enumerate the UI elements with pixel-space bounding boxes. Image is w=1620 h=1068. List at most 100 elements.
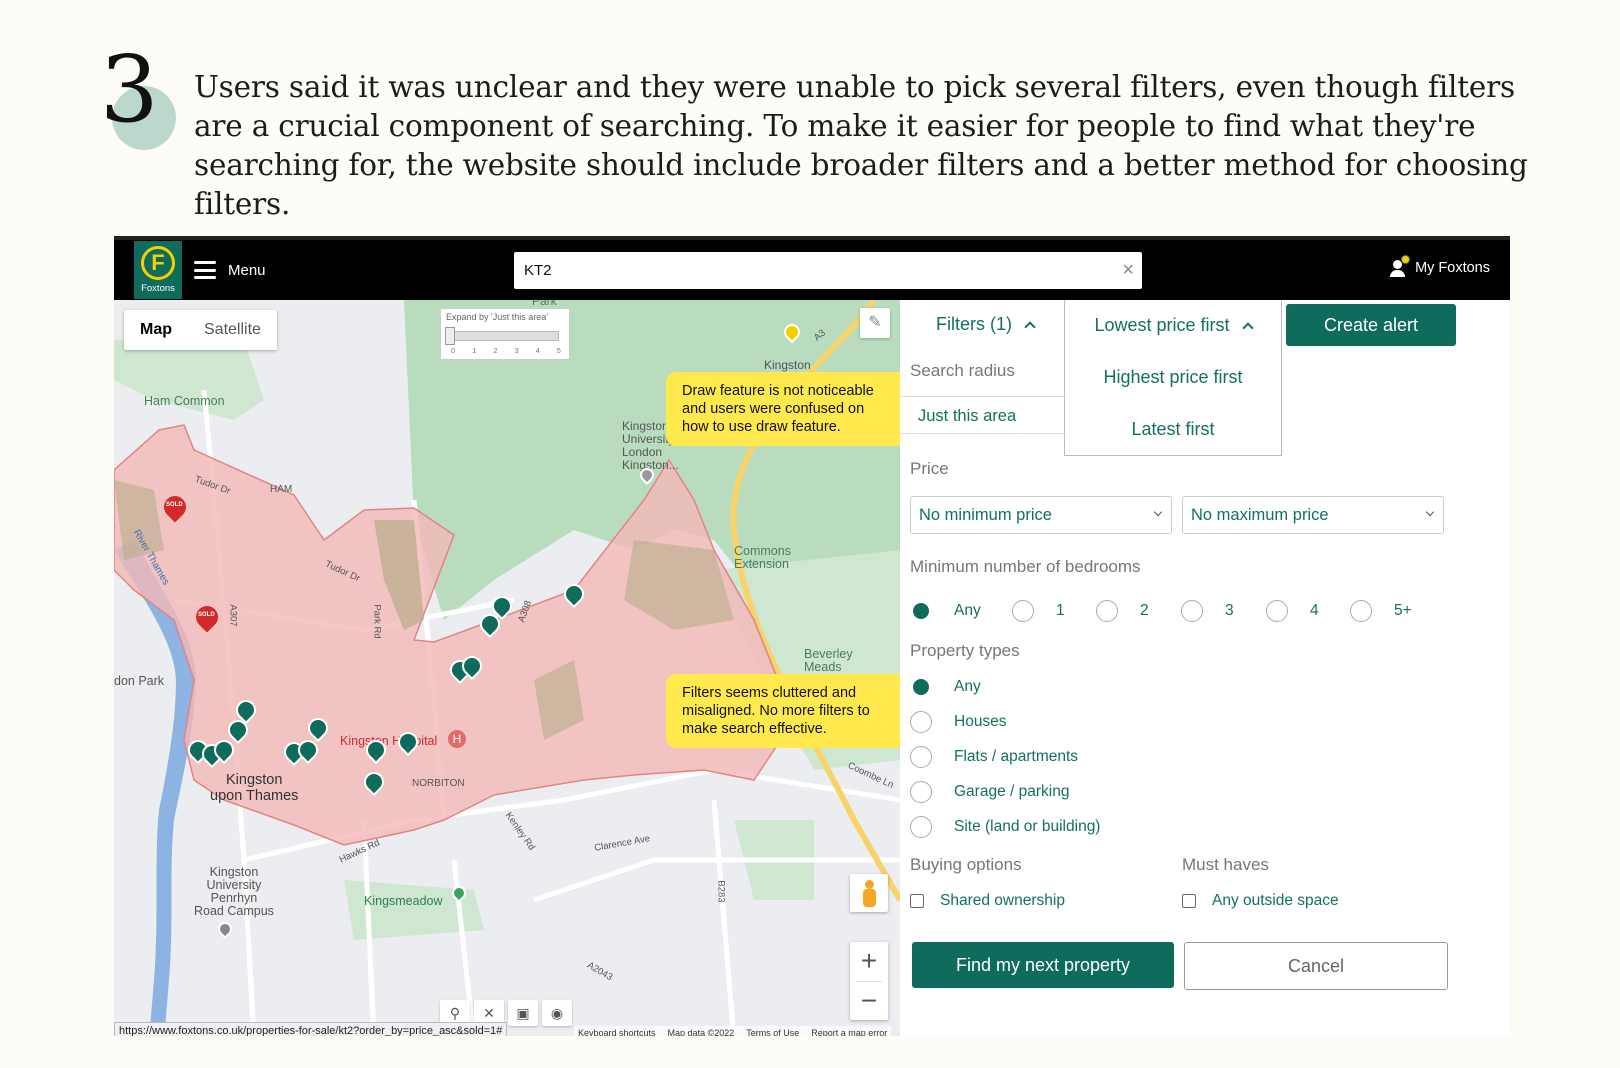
location-search: × [514, 252, 1142, 289]
price-label: Price [910, 459, 949, 478]
finding-description: Users said it was unclear and they were … [194, 70, 1528, 221]
chevron-up-icon [1241, 322, 1254, 334]
site-header: F Foxtons Menu × My Foxtons [114, 240, 1510, 300]
case-study-page: 3 Users said it was unclear and they wer… [0, 0, 1620, 1068]
place-label: Kingston [764, 358, 811, 372]
bedroom-option-label: 5+ [1394, 602, 1412, 619]
outside-space-checkbox[interactable] [1182, 894, 1196, 908]
property-type-radio-any[interactable] [910, 676, 932, 698]
report-error-link[interactable]: Report a map error [811, 1026, 887, 1036]
search-radius-select[interactable]: Just this area [900, 396, 1066, 434]
property-type-radio-flats[interactable] [910, 746, 932, 768]
shared-ownership-label: Shared ownership [940, 892, 1065, 909]
bedroom-option-label: Any [954, 602, 981, 619]
draw-tool-icon[interactable]: ✎ [860, 308, 890, 338]
hamburger-icon [194, 261, 216, 279]
place-label: HAM [270, 484, 293, 495]
menu-button[interactable]: Menu [194, 256, 266, 284]
bedroom-radio-3[interactable] [1181, 600, 1203, 622]
terms-link[interactable]: Terms of Use [746, 1026, 799, 1036]
sort-option-label: Lowest price first [1094, 315, 1230, 335]
place-label: Commons Extension [734, 544, 791, 571]
logo-emblem: F [141, 246, 175, 280]
website-screenshot: F Foxtons Menu × My Foxtons [114, 236, 1510, 1036]
road-label: A307 [227, 604, 239, 627]
buying-options-label: Buying options [910, 855, 1022, 874]
chevron-down-icon [1425, 507, 1435, 517]
bedroom-option-label: 3 [1225, 602, 1234, 619]
zoom-in-button[interactable]: + [850, 942, 888, 981]
property-type-label: Garage / parking [954, 783, 1070, 800]
filters-label: Filters (1) [936, 314, 1012, 334]
max-price-select[interactable]: No maximum price [1182, 496, 1444, 534]
sort-option-latest[interactable]: Latest first [1065, 404, 1281, 456]
map-attribution: Keyboard shortcuts Map data ©2022 Terms … [574, 1026, 892, 1036]
sort-option-lowest[interactable]: Lowest price first [1065, 300, 1281, 352]
bedroom-radio-any[interactable] [910, 600, 932, 622]
logo-wordmark: Foxtons [141, 283, 175, 294]
sort-option-highest[interactable]: Highest price first [1065, 352, 1281, 404]
search-radius-label: Search radius [910, 361, 1015, 380]
map-data-credit: Map data ©2022 [667, 1028, 735, 1036]
bedroom-option-label: 1 [1056, 602, 1065, 619]
zoom-controls: + − [850, 942, 888, 1020]
cancel-button[interactable]: Cancel [1184, 942, 1448, 990]
road-label: Park Rd [371, 604, 383, 639]
satellite-tab[interactable]: Satellite [188, 310, 277, 350]
expand-track[interactable] [449, 331, 559, 341]
min-price-select[interactable]: No minimum price [910, 496, 1172, 534]
account-label: My Foxtons [1415, 260, 1490, 276]
sold-badge: SOLD [198, 612, 215, 618]
property-type-radio-garage[interactable] [910, 781, 932, 803]
sort-dropdown: Lowest price first Highest price first L… [1064, 300, 1282, 456]
map-tab[interactable]: Map [124, 310, 188, 350]
find-property-button[interactable]: Find my next property [912, 942, 1174, 988]
keyboard-shortcuts-link[interactable]: Keyboard shortcuts [578, 1026, 656, 1036]
street-view-icon[interactable] [850, 874, 888, 912]
property-type-radio-houses[interactable] [910, 711, 932, 733]
user-icon [1389, 255, 1411, 278]
foxtons-logo[interactable]: F Foxtons [134, 241, 182, 299]
property-types-label: Property types [910, 641, 1020, 660]
zoom-out-button[interactable]: − [850, 982, 888, 1021]
max-price-value: No maximum price [1191, 506, 1329, 524]
bedroom-radio-5plus[interactable] [1350, 600, 1372, 622]
min-price-value: No minimum price [919, 506, 1052, 524]
must-haves-label: Must haves [1182, 855, 1269, 874]
chevron-down-icon [1153, 507, 1163, 517]
bedroom-radio-1[interactable] [1012, 600, 1034, 622]
bedrooms-label: Minimum number of bedrooms [910, 557, 1141, 576]
bedroom-radio-2[interactable] [1096, 600, 1118, 622]
town-label: Kingston upon Thames [210, 772, 299, 804]
create-alert-button[interactable]: Create alert [1286, 304, 1456, 346]
menu-label: Menu [228, 261, 266, 279]
filters-panel: Filters (1) Lowest price first Highest p… [900, 300, 1510, 1036]
map-view[interactable]: Ham Common HAM Kingston University Londo… [114, 300, 900, 1036]
expand-area-slider: Expand by 'Just this area' 0 1 2 3 4 5 [440, 308, 570, 360]
expand-tick: 5 [556, 346, 561, 355]
place-label: Park [532, 300, 557, 308]
property-type-radio-site[interactable] [910, 816, 932, 838]
outside-space-label: Any outside space [1212, 892, 1339, 909]
shared-ownership-checkbox[interactable] [910, 894, 924, 908]
search-radius-value: Just this area [918, 407, 1017, 425]
draw-feature-callout: Draw feature is not noticeable and users… [666, 372, 900, 446]
chevron-up-icon [1024, 321, 1036, 333]
my-foxtons-link[interactable]: My Foxtons [1389, 255, 1490, 278]
hospital-icon: H [448, 730, 466, 748]
expand-label: Expand by 'Just this area' [446, 312, 548, 322]
expand-tick: 2 [493, 346, 498, 355]
property-type-label: Any [954, 678, 981, 695]
road-label: B283 [715, 880, 727, 903]
place-label: NORBITON [412, 778, 465, 789]
transport-icon[interactable]: ▣ [508, 1000, 538, 1026]
location-pin-icon[interactable]: ◉ [542, 1000, 572, 1026]
bedroom-option-label: 2 [1140, 602, 1149, 619]
bedroom-radio-4[interactable] [1266, 600, 1288, 622]
search-input[interactable] [524, 252, 1104, 289]
clear-icon[interactable]: × [1122, 259, 1134, 281]
filters-toggle[interactable]: Filters (1) [936, 314, 1036, 335]
sold-badge: SOLD [166, 502, 183, 508]
place-label: don Park [114, 674, 165, 688]
expand-handle[interactable] [445, 327, 455, 345]
